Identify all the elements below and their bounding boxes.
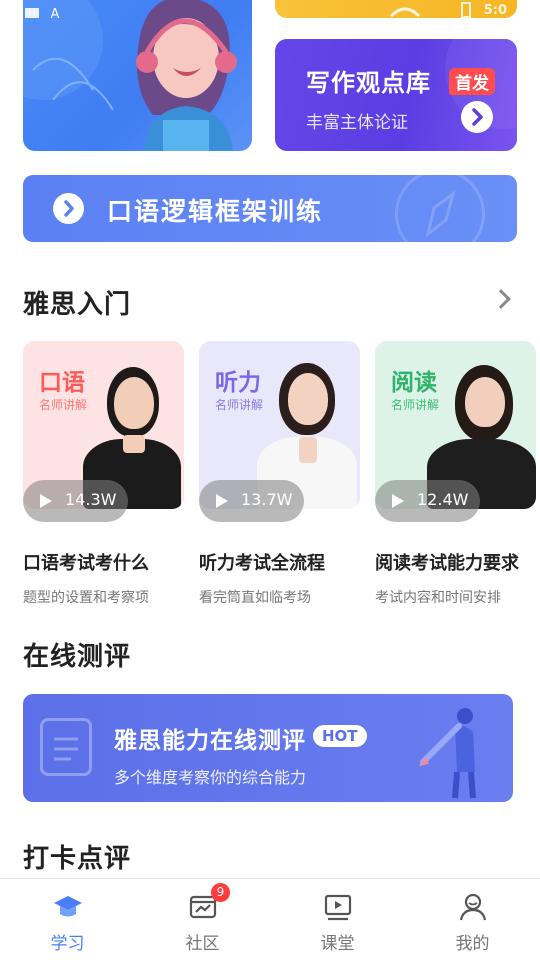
course-card-reading[interactable]: 阅读 名师讲解 12.4W 阅读考试能力要求 考试内容和时间安排 — [375, 341, 536, 611]
image-icon: A — [23, 0, 63, 22]
teacher-face — [288, 373, 328, 425]
compass-icon — [395, 175, 485, 242]
course-tag: 听力 — [215, 370, 261, 396]
oral-logic-training-banner[interactable]: 口语逻辑框架训练 — [23, 175, 517, 242]
play-count: 14.3W — [65, 490, 117, 509]
course-description: 看完筒直如临考场 — [199, 590, 311, 606]
course-teacher-label: 名师讲解 — [215, 398, 264, 412]
play-icon — [392, 494, 404, 508]
course-title: 口语考试考什么 — [23, 553, 149, 574]
video-play-icon — [324, 894, 352, 921]
play-count: 13.7W — [241, 490, 293, 509]
writing-card-decoration — [445, 39, 517, 129]
course-description: 题型的设置和考察项 — [23, 590, 149, 606]
logic-banner-title: 口语逻辑框架训练 — [107, 197, 324, 226]
course-teacher-label: 名师讲解 — [391, 398, 440, 412]
notification-badge: 9 — [211, 883, 230, 902]
teacher-neck — [123, 435, 145, 453]
tab-label: 学习 — [50, 934, 85, 954]
tab-classroom[interactable]: 课堂 — [270, 879, 405, 960]
teacher-face — [114, 377, 154, 429]
top-right-promo-strip[interactable]: 5:0 — [275, 0, 517, 18]
tab-study[interactable]: 学习 — [0, 879, 135, 960]
chevron-right-icon — [472, 108, 483, 126]
chevron-right-icon — [64, 200, 74, 217]
tab-label: 社区 — [185, 934, 220, 954]
play-count-pill[interactable]: 14.3W — [23, 480, 128, 522]
user-profile-icon — [459, 893, 487, 921]
eval-card-title: 雅思能力在线测评 — [114, 728, 306, 754]
logic-banner-arrow-button[interactable] — [53, 193, 84, 224]
document-icon — [40, 718, 92, 776]
status-time: 5:0 — [483, 3, 507, 18]
course-title: 听力考试全流程 — [199, 553, 325, 574]
play-icon — [216, 494, 228, 508]
checkin-section-title: 打卡点评 — [23, 844, 132, 874]
play-count-pill[interactable]: 12.4W — [375, 480, 480, 522]
ielts-online-eval-card[interactable]: 雅思能力在线测评 HOT 多个维度考察你的综合能力 — [23, 694, 513, 802]
writing-card-arrow-button[interactable] — [461, 101, 493, 133]
graduation-cap-icon — [54, 896, 82, 917]
svg-text:A: A — [51, 7, 60, 20]
writing-card-title: 写作观点库 — [306, 69, 431, 97]
first-release-badge: 首发 — [449, 68, 495, 95]
bottom-tab-bar: 学习 9 社区 课堂 我的 — [0, 878, 540, 960]
play-icon — [40, 494, 52, 508]
chevron-right-icon[interactable] — [491, 289, 511, 309]
course-title: 阅读考试能力要求 — [375, 553, 519, 574]
course-description: 考试内容和时间安排 — [375, 590, 501, 606]
course-card-speaking[interactable]: 口语 名师讲解 14.3W 口语考试考什么 题型的设置和考察项 — [23, 341, 184, 611]
listening-banner-card[interactable]: A — [23, 0, 252, 151]
wifi-icon — [389, 7, 421, 18]
intro-section-title: 雅思入门 — [23, 290, 132, 320]
pencil-figure-icon — [419, 708, 476, 799]
teacher-face — [465, 377, 505, 427]
course-teacher-label: 名师讲解 — [39, 398, 88, 412]
eval-section-title: 在线测评 — [23, 642, 132, 672]
listening-illustration — [23, 0, 237, 151]
tab-label: 我的 — [455, 934, 490, 954]
hot-badge: HOT — [313, 725, 367, 747]
tab-profile[interactable]: 我的 — [405, 879, 540, 960]
tab-label: 课堂 — [320, 934, 355, 954]
course-tag: 口语 — [39, 370, 85, 396]
play-count: 12.4W — [417, 490, 469, 509]
teacher-neck — [299, 437, 317, 463]
writing-viewpoint-card[interactable]: 写作观点库 首发 丰富主体论证 — [275, 39, 517, 151]
eval-card-subtitle: 多个维度考察你的综合能力 — [114, 768, 307, 787]
play-count-pill[interactable]: 13.7W — [199, 480, 304, 522]
course-tag: 阅读 — [391, 370, 437, 396]
course-card-listening[interactable]: 听力 名师讲解 13.7W 听力考试全流程 看完筒直如临考场 — [199, 341, 360, 611]
tab-community[interactable]: 9 社区 — [135, 879, 270, 960]
battery-icon — [461, 2, 471, 18]
writing-card-subtitle: 丰富主体论证 — [306, 113, 408, 133]
